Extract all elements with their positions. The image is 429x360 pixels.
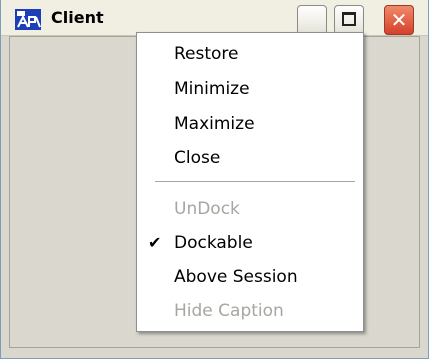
- window-title: Client: [51, 8, 104, 27]
- minimize-button[interactable]: [297, 5, 327, 35]
- window-bottom-edge: [1, 350, 428, 358]
- title-bar[interactable]: Client ✕: [1, 0, 428, 36]
- maximize-button[interactable]: [334, 5, 364, 35]
- menu-item-hide-caption: Hide Caption: [138, 294, 362, 328]
- menu-item-above-session[interactable]: Above Session: [138, 260, 362, 294]
- app-window-icon: [15, 9, 41, 30]
- context-menu: Restore Minimize Maximize Close UnDock ✔…: [136, 32, 364, 332]
- menu-item-restore[interactable]: Restore: [138, 37, 362, 71]
- menu-item-label: Minimize: [174, 79, 250, 99]
- close-button[interactable]: ✕: [384, 5, 414, 35]
- maximize-icon: [342, 12, 356, 26]
- checkmark-icon: ✔: [148, 233, 162, 252]
- menu-item-label: Dockable: [174, 233, 253, 253]
- menu-item-undock: UnDock: [138, 192, 362, 226]
- menu-item-minimize[interactable]: Minimize: [138, 72, 362, 106]
- menu-item-close[interactable]: Close: [138, 141, 362, 175]
- menu-item-label: Hide Caption: [174, 301, 284, 321]
- menu-item-label: Maximize: [174, 114, 255, 134]
- menu-item-dockable[interactable]: ✔ Dockable: [138, 226, 362, 260]
- menu-item-label: Above Session: [174, 267, 298, 287]
- menu-item-label: UnDock: [174, 199, 240, 219]
- menu-separator: [155, 181, 355, 183]
- close-icon: ✕: [390, 8, 408, 32]
- menu-item-label: Close: [174, 148, 221, 168]
- menu-item-maximize[interactable]: Maximize: [138, 107, 362, 141]
- menu-item-label: Restore: [174, 44, 239, 64]
